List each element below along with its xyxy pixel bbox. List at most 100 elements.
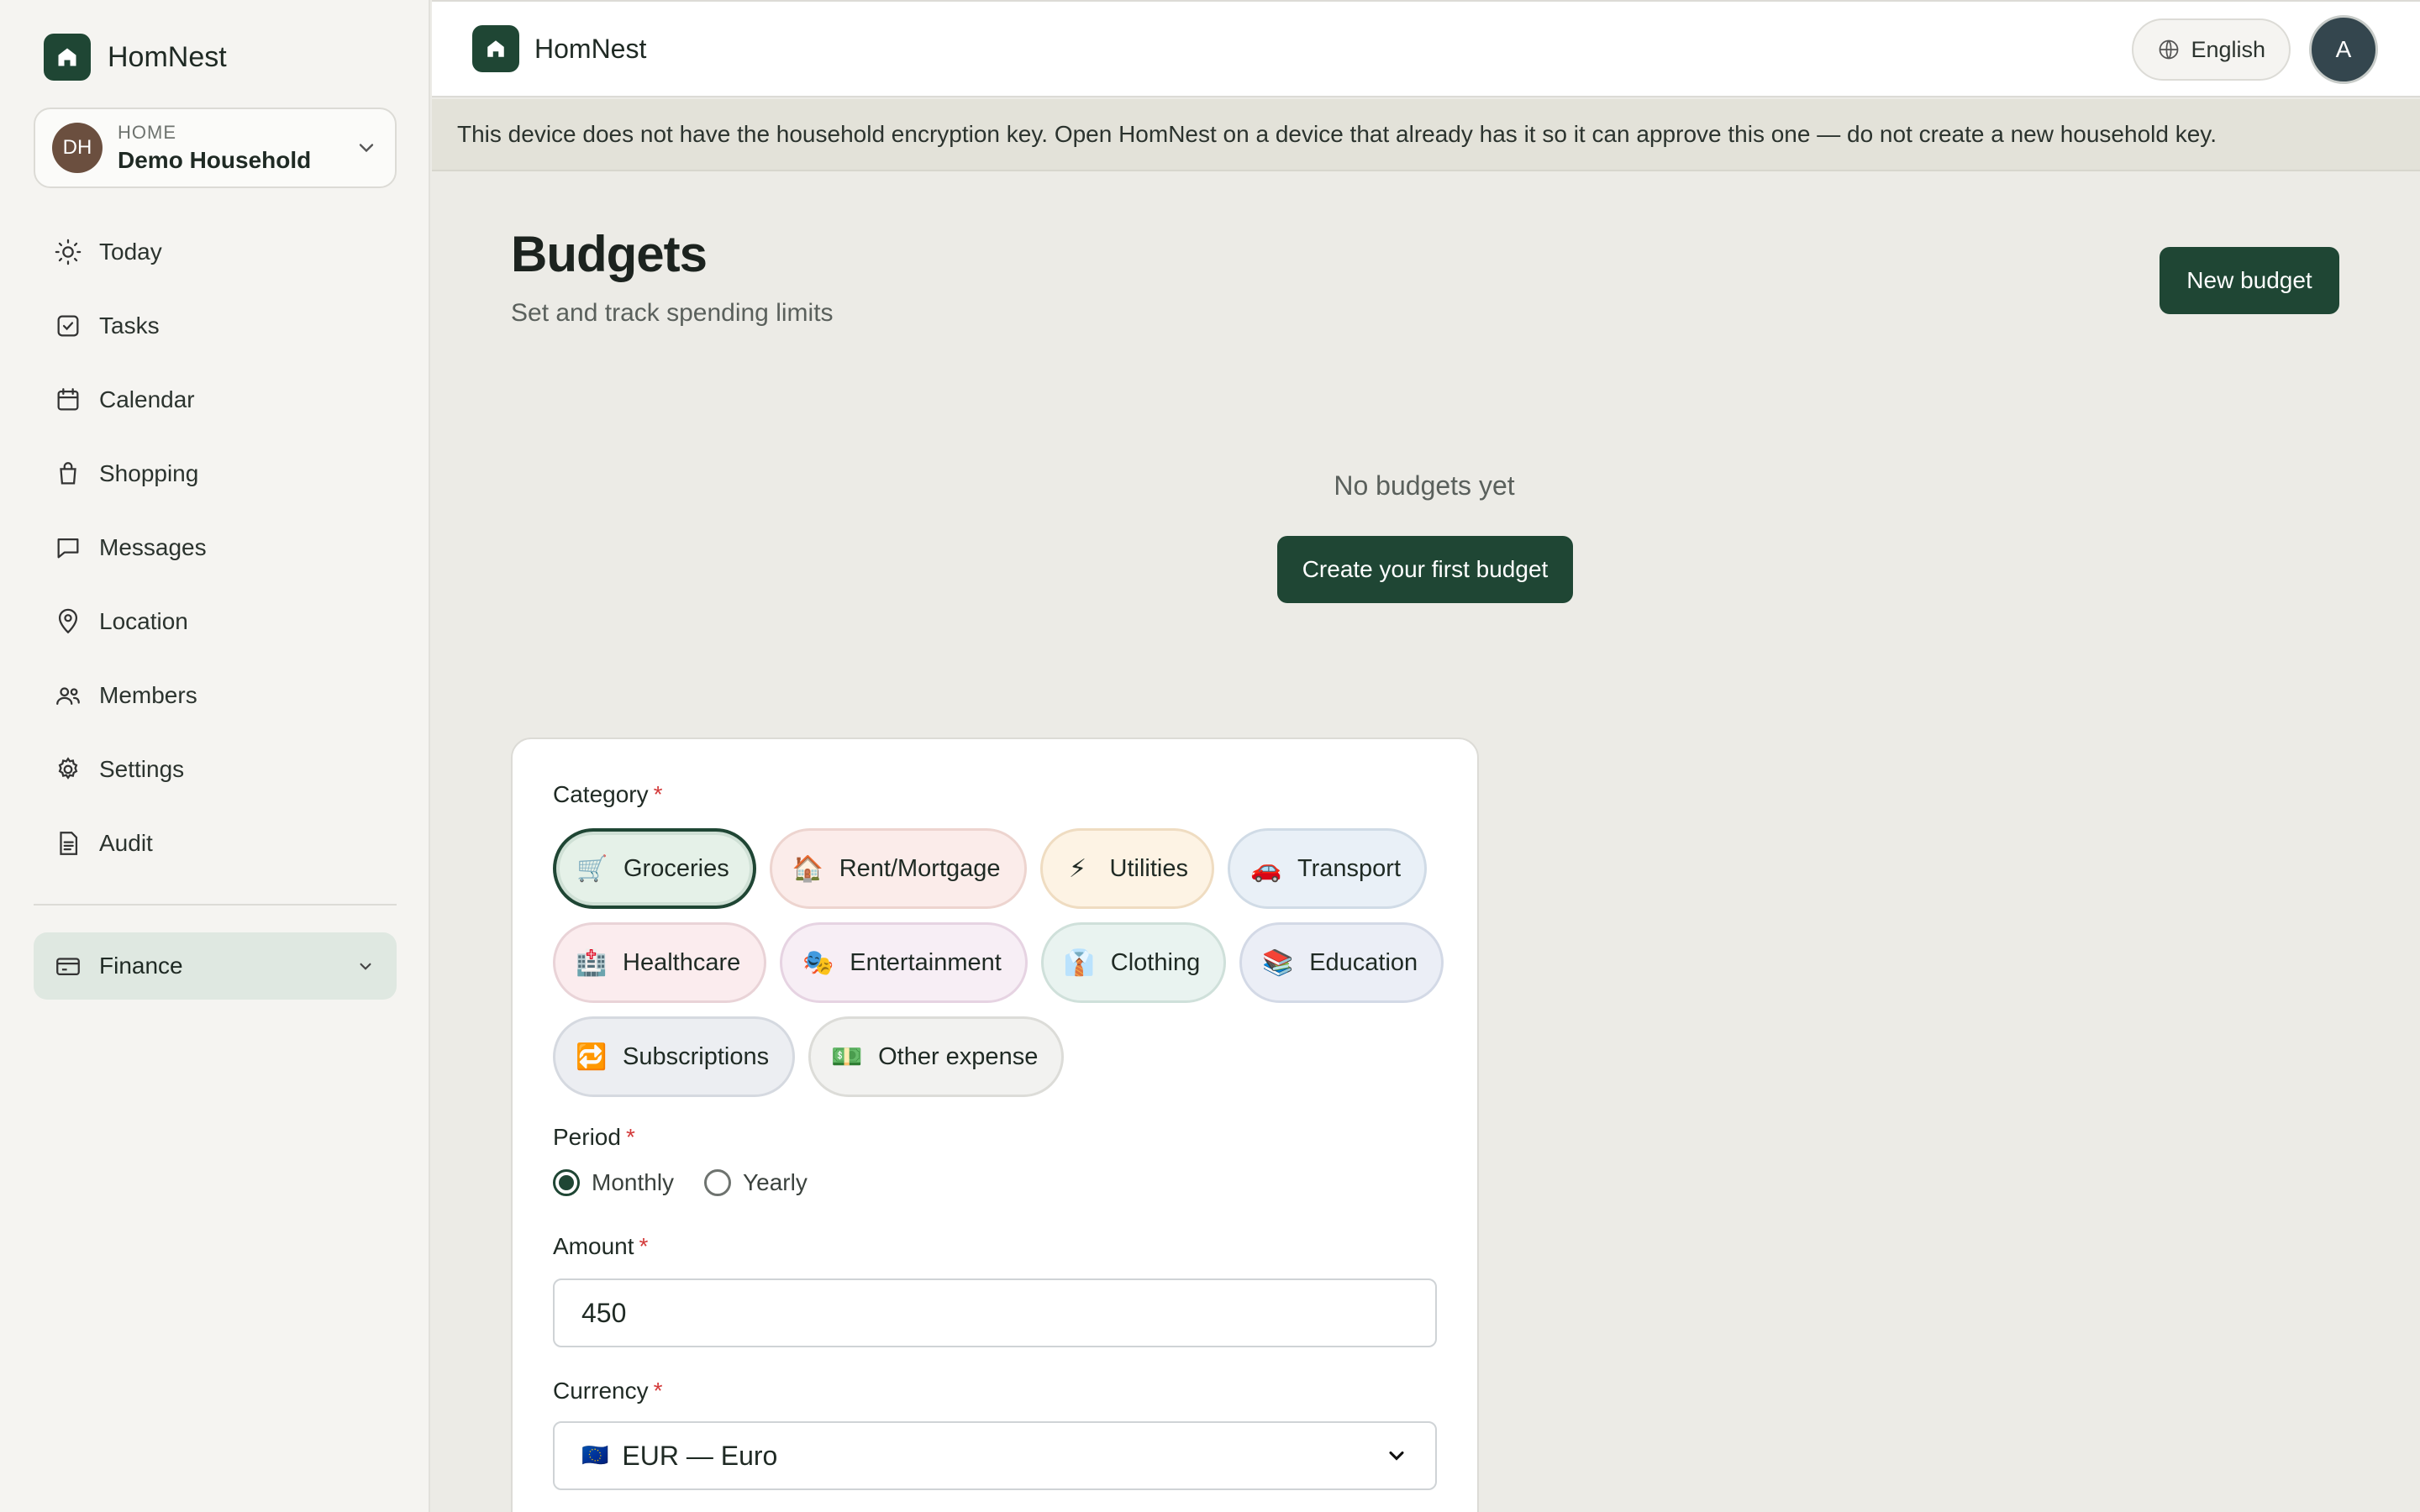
period-label: Period * [553,1124,635,1151]
home-logo-icon [44,34,91,81]
chip-label: Clothing [1110,948,1201,976]
sidebar-item-messages[interactable]: Messages [34,511,397,585]
users-icon [56,687,80,706]
category-chip-other-expense[interactable]: 💵 Other expense [808,1016,1065,1097]
map-pin-icon [58,608,78,634]
category-chip-groceries[interactable]: 🛒 Groceries [553,828,756,909]
currency-label: Currency * [553,1378,663,1404]
period-radio-group: Monthly Yearly [553,1169,838,1196]
eu-flag-icon: 🇪🇺 [581,1443,609,1468]
period-option-monthly[interactable]: Monthly [553,1169,674,1196]
sidebar-item-finance[interactable]: Finance [34,932,397,1000]
car-icon: 🚗 [1250,853,1282,884]
message-icon [57,538,79,559]
required-mark: * [625,1124,635,1150]
hospital-icon: 🏥 [576,948,608,978]
household-name: Demo Household [118,147,312,173]
empty-state-text: No budgets yet [1334,470,1515,501]
chip-label: Subscriptions [623,1042,770,1070]
checkbox-icon [57,315,79,337]
radio-label: Monthly [592,1169,675,1195]
chevron-down-icon [360,963,371,970]
sidebar-item-tasks[interactable]: Tasks [34,289,397,363]
encryption-key-banner: This device does not have the household … [432,99,2420,171]
chip-label: Utilities [1109,854,1188,882]
category-chip-utilities[interactable]: ⚡ Utilities [1039,828,1214,909]
gear-icon [58,757,78,780]
period-label-text: Period [553,1124,621,1150]
sidebar-item-shopping[interactable]: Shopping [34,437,397,511]
top-brand[interactable]: HomNest [472,25,646,72]
sidebar-item-label: Audit [99,830,153,856]
sidebar-item-label: Today [99,239,162,265]
required-mark: * [639,1233,649,1259]
sun-icon [55,239,82,265]
category-chip-education[interactable]: 📚 Education [1239,922,1444,1003]
category-chip-entertainment[interactable]: 🎭 Entertainment [780,922,1028,1003]
lightning-icon: ⚡ [1068,853,1087,884]
repeat-icon: 🔁 [576,1042,608,1072]
language-label: English [2191,36,2265,62]
currency-label-text: Currency [553,1378,649,1404]
sidebar-brand[interactable]: HomNest [44,34,227,81]
money-icon: 💵 [831,1042,863,1072]
language-button[interactable]: English [2132,18,2291,81]
globe-icon [2160,39,2179,60]
house-icon: 🏠 [792,853,824,884]
theater-masks-icon: 🎭 [802,948,834,978]
chevron-down-icon [359,144,374,153]
category-chip-healthcare[interactable]: 🏥 Healthcare [553,922,767,1003]
create-first-budget-button[interactable]: Create your first budget [1277,536,1573,603]
sidebar-item-today[interactable]: Today [34,215,397,289]
page-title: Budgets [511,226,708,282]
sidebar-item-label: Shopping [99,460,199,486]
radio-monthly[interactable] [553,1169,580,1196]
shirt-icon: 👔 [1063,948,1096,978]
category-chip-rent-mortgage[interactable]: 🏠 Rent/Mortgage [769,828,1027,909]
sidebar: HomNest DH HOME Demo Household Today Tas… [0,0,430,1512]
sidebar-item-label: Members [99,682,197,708]
sidebar-item-location[interactable]: Location [34,585,397,659]
sidebar-item-label: Location [99,608,188,634]
chip-label: Entertainment [850,948,1002,976]
amount-label: Amount * [553,1233,648,1260]
household-avatar: DH [52,123,103,173]
sidebar-divider [34,904,397,906]
page-subtitle: Set and track spending limits [511,299,834,327]
amount-label-text: Amount [553,1233,634,1259]
sidebar-item-label: Calendar [99,386,195,412]
sidebar-nav: Today Tasks Calendar Shopping Messages L… [34,215,397,880]
home-logo-icon [472,25,519,72]
shopping-bag-icon [60,462,76,485]
required-mark: * [653,1378,663,1404]
currency-select[interactable]: 🇪🇺 EUR — Euro [553,1421,1437,1490]
household-switcher[interactable]: DH HOME Demo Household [34,108,397,188]
period-option-yearly[interactable]: Yearly [704,1169,808,1196]
sidebar-item-label: Settings [99,756,185,782]
household-label: HOME [118,122,176,143]
radio-yearly[interactable] [704,1169,732,1196]
sidebar-item-audit[interactable]: Audit [34,806,397,880]
cart-icon: 🛒 [576,853,608,884]
chevron-down-icon [1389,1451,1404,1461]
category-label-text: Category [553,781,649,807]
category-chip-subscriptions[interactable]: 🔁 Subscriptions [553,1016,796,1097]
budget-form: Category * 🛒 Groceries 🏠 Rent/Mortgage ⚡ Uti… [511,738,1479,1512]
sidebar-item-settings[interactable]: Settings [34,732,397,806]
credit-card-icon [56,958,80,976]
app-name: HomNest [534,33,647,64]
sidebar-item-members[interactable]: Members [34,659,397,732]
sidebar-item-label: Messages [99,534,207,560]
chip-label: Groceries [623,854,729,882]
category-chip-clothing[interactable]: 👔 Clothing [1040,922,1227,1003]
sidebar-item-calendar[interactable]: Calendar [34,363,397,437]
chip-label: Rent/Mortgage [839,854,1001,882]
amount-input[interactable]: 450 [553,1278,1437,1347]
sidebar-item-label: Finance [99,953,183,979]
new-budget-button[interactable]: New budget [2160,247,2339,314]
category-chip-transport[interactable]: 🚗 Transport [1228,828,1428,909]
user-avatar[interactable]: A [2309,15,2378,84]
sidebar-item-label: Tasks [99,312,160,339]
document-icon [60,832,78,855]
chip-label: Transport [1297,854,1402,882]
